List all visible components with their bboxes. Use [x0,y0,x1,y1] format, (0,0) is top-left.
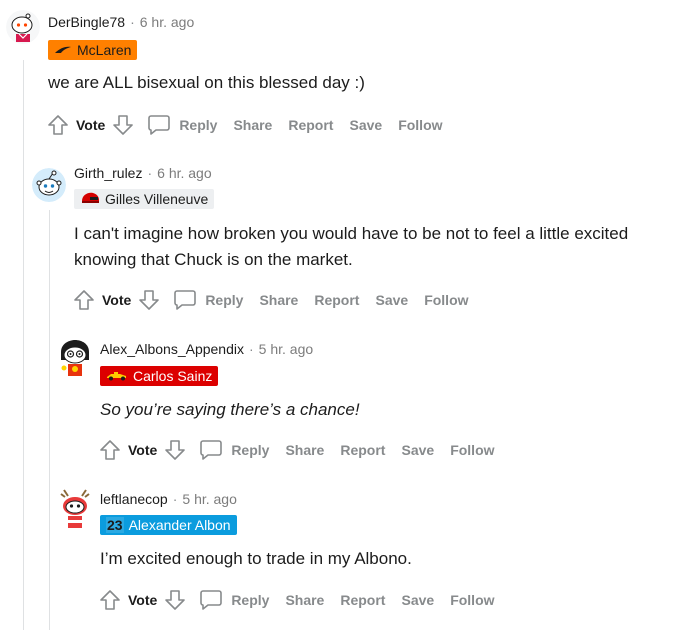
follow-button[interactable]: Follow [450,592,494,608]
report-button[interactable]: Report [340,592,385,608]
comment-bubble-icon [199,588,223,612]
user-flair: Carlos Sainz [100,366,219,386]
timestamp[interactable]: 5 hr. ago [259,341,314,357]
downvote-icon[interactable] [163,588,187,612]
user-flair: McLaren [48,40,138,60]
comment-body: we are ALL bisexual on this blessed day … [48,73,365,92]
avatar[interactable] [32,168,66,202]
reply-label: Reply [205,292,244,308]
timestamp[interactable]: 6 hr. ago [140,14,195,30]
flair-text: McLaren [77,42,132,58]
timestamp[interactable]: 6 hr. ago [157,165,212,181]
share-button[interactable]: Share [233,117,272,133]
thread-line[interactable] [23,60,24,630]
comment-body: So you’re saying there’s a chance! [100,400,360,419]
thread-line[interactable] [49,210,50,630]
reply-label: Reply [231,592,270,608]
upvote-icon[interactable] [98,588,122,612]
share-button[interactable]: Share [259,292,298,308]
downvote-icon[interactable] [111,113,135,137]
comment-bubble-icon [147,113,171,137]
save-button[interactable]: Save [401,592,434,608]
comment-actions: Vote Reply Share Report Save Follow [72,288,469,312]
username[interactable]: Girth_rulez [74,165,142,181]
snoo-avatar-icon [32,168,66,202]
snoo-avatar-icon [61,340,89,376]
downvote-icon[interactable] [137,288,161,312]
user-flair: Gilles Villeneuve [74,189,215,209]
save-button[interactable]: Save [375,292,408,308]
number-23-badge: 23 [106,517,124,533]
username[interactable]: leftlanecop [100,491,168,507]
save-button[interactable]: Save [349,117,382,133]
reply-button[interactable]: Reply [199,438,269,462]
snoo-avatar-icon [6,10,40,44]
share-button[interactable]: Share [285,592,324,608]
comment-actions: Vote Reply Share Report Save Follow [98,588,495,612]
comment-bubble-icon [173,288,197,312]
upvote-icon[interactable] [46,113,70,137]
reply-label: Reply [179,117,218,133]
follow-button[interactable]: Follow [424,292,468,308]
report-button[interactable]: Report [340,442,385,458]
username[interactable]: Alex_Albons_Appendix [100,341,244,357]
snoo-avatar-icon [60,489,90,528]
avatar[interactable] [56,486,94,530]
comment-bubble-icon [199,438,223,462]
comment-actions: Vote Reply Share Report Save Follow [46,113,443,137]
user-flair: 23 Alexander Albon [100,515,237,535]
comment-body: I can't imagine how broken you would hav… [74,224,629,269]
separator-dot: · [147,165,153,181]
comment-actions: Vote Reply Share Report Save Follow [98,438,495,462]
vote-count: Vote [128,442,158,458]
avatar[interactable] [56,338,94,378]
flair-text: Gilles Villeneuve [105,191,209,207]
helmet-icon [80,191,100,208]
timestamp[interactable]: 5 hr. ago [182,491,237,507]
vote-count: Vote [128,592,158,608]
save-button[interactable]: Save [401,442,434,458]
reply-button[interactable]: Reply [147,113,217,137]
flair-text: Carlos Sainz [133,368,213,384]
comment-body: I’m excited enough to trade in my Albono… [100,549,412,568]
upvote-icon[interactable] [72,288,96,312]
share-button[interactable]: Share [285,442,324,458]
separator-dot: · [172,491,178,507]
separator-dot: · [130,14,135,30]
upvote-icon[interactable] [98,438,122,462]
downvote-icon[interactable] [163,438,187,462]
reply-label: Reply [231,442,270,458]
follow-button[interactable]: Follow [398,117,442,133]
vote-count: Vote [76,117,106,133]
ferrari-car-icon [106,368,128,384]
username[interactable]: DerBingle78 [48,14,125,30]
report-button[interactable]: Report [314,292,359,308]
follow-button[interactable]: Follow [450,442,494,458]
avatar[interactable] [6,10,40,44]
separator-dot: · [249,341,254,357]
mclaren-swoosh-icon [54,42,72,58]
flair-text: Alexander Albon [128,517,231,533]
vote-count: Vote [102,292,132,308]
reply-button[interactable]: Reply [173,288,243,312]
reply-button[interactable]: Reply [199,588,269,612]
report-button[interactable]: Report [288,117,333,133]
